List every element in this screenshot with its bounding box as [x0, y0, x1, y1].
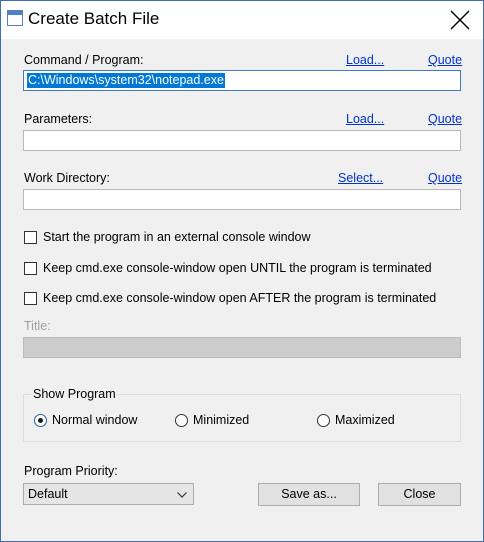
close-icon — [450, 10, 470, 30]
parameters-field[interactable] — [24, 131, 460, 150]
close-window-button[interactable] — [437, 1, 483, 39]
keep-open-after-checkbox[interactable] — [24, 292, 37, 305]
priority-label: Program Priority: — [24, 464, 118, 478]
chevron-down-icon — [177, 492, 187, 498]
external-console-label: Start the program in an external console… — [43, 230, 311, 244]
title-bar[interactable]: Create Batch File — [1, 1, 483, 39]
save-as-button[interactable]: Save as... — [258, 483, 360, 506]
priority-dropdown[interactable]: Default — [23, 483, 194, 505]
maximized-radio[interactable] — [317, 414, 330, 427]
normal-window-label: Normal window — [52, 413, 138, 427]
workdir-input[interactable] — [23, 189, 461, 210]
minimized-label: Minimized — [193, 413, 250, 427]
workdir-select-link[interactable]: Select... — [338, 171, 383, 185]
create-batch-file-dialog: Create Batch File Command / Program: Loa… — [0, 0, 484, 542]
command-input-value: C:\Windows\system32\notepad.exe — [27, 73, 225, 88]
workdir-label: Work Directory: — [24, 171, 110, 185]
parameters-quote-link[interactable]: Quote — [428, 112, 462, 126]
parameters-load-link[interactable]: Load... — [346, 112, 384, 126]
parameters-input[interactable] — [23, 130, 461, 151]
command-input[interactable]: C:\Windows\system32\notepad.exe — [23, 70, 461, 91]
title-field-input — [23, 337, 461, 358]
external-console-checkbox[interactable] — [24, 231, 37, 244]
dialog-body: Command / Program: Load... Quote C:\Wind… — [1, 39, 483, 541]
priority-selected-value: Default — [28, 487, 68, 501]
workdir-quote-link[interactable]: Quote — [428, 171, 462, 185]
title-field-label: Title: — [24, 319, 51, 333]
keep-open-after-label: Keep cmd.exe console-window open AFTER t… — [43, 291, 437, 305]
command-quote-link[interactable]: Quote — [428, 53, 462, 67]
command-load-link[interactable]: Load... — [346, 53, 384, 67]
app-window-icon — [7, 10, 23, 26]
show-program-legend: Show Program — [31, 387, 118, 401]
parameters-label: Parameters: — [24, 112, 93, 126]
keep-open-until-checkbox[interactable] — [24, 262, 37, 275]
close-button[interactable]: Close — [378, 483, 461, 506]
workdir-field[interactable] — [24, 190, 460, 209]
window-title: Create Batch File — [28, 9, 160, 28]
minimized-radio[interactable] — [175, 414, 188, 427]
keep-open-until-label: Keep cmd.exe console-window open UNTIL t… — [43, 261, 432, 275]
command-label: Command / Program: — [24, 53, 144, 67]
normal-window-radio[interactable] — [34, 414, 47, 427]
maximized-label: Maximized — [335, 413, 395, 427]
